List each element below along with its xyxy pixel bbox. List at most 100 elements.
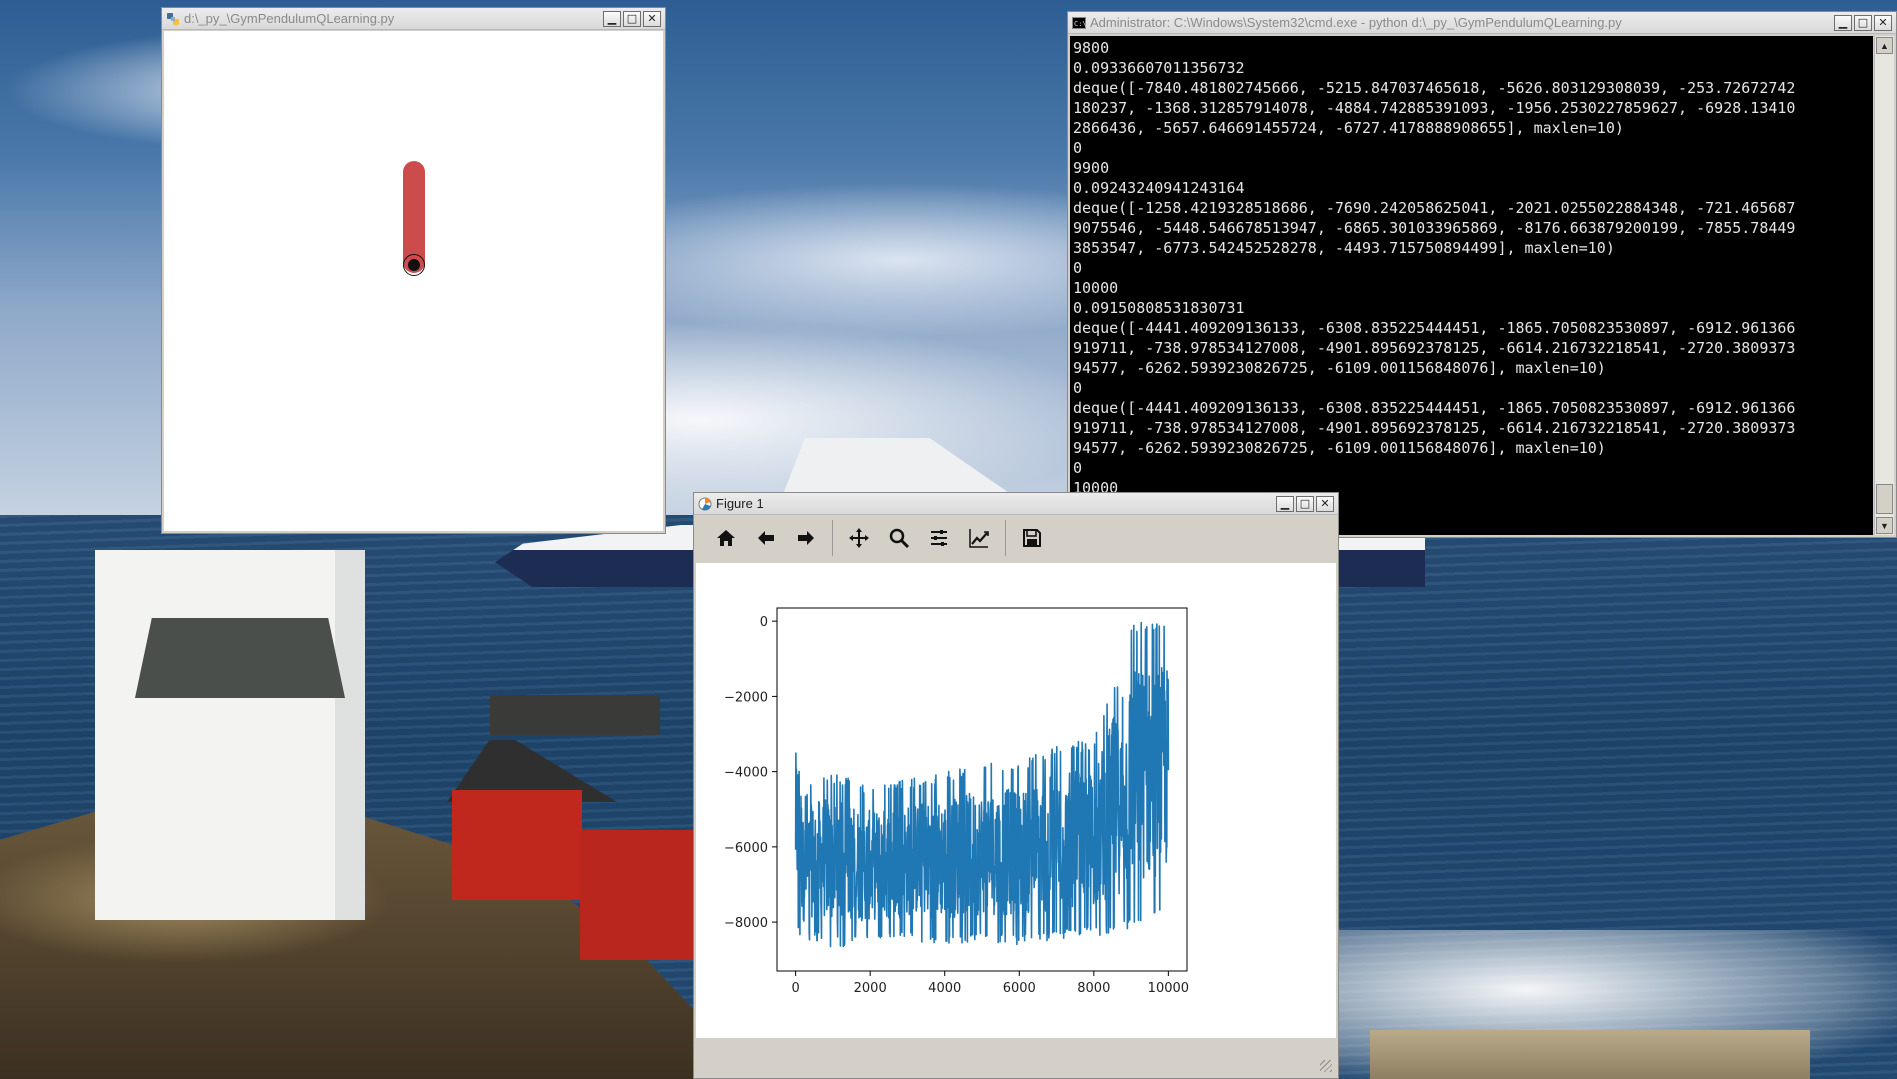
console-line: 9075546, -5448.546678513947, -6865.30103… [1073,219,1796,237]
wallpaper-white-house [95,550,365,920]
cmd-window[interactable]: C:\ Administrator: C:\Windows\System32\c… [1067,11,1897,538]
console-line: deque([-4441.409209136133, -6308.8352254… [1073,319,1796,337]
figure-window[interactable]: Figure 1 ▁ □ ✕ 0 2000 4000 6000 8000 100… [693,492,1339,1079]
cmd-titlebar[interactable]: C:\ Administrator: C:\Windows\System32\c… [1068,12,1896,34]
x-tick-label: 2000 [854,981,887,996]
console-scrollbar[interactable]: ▲ ▼ [1874,36,1894,535]
close-icon: ✕ [1320,497,1330,510]
console-line: 0 [1073,379,1083,397]
scroll-thumb[interactable] [1876,484,1893,514]
wallpaper-red-shed [580,830,695,960]
console-line: 0.09243240941243164 [1073,179,1245,197]
console-line: 10000 [1073,279,1119,297]
y-tick-label: −4000 [724,766,768,781]
back-icon [758,531,774,545]
toolbar-separator [832,520,833,556]
cmd-window-title: Administrator: C:\Windows\System32\cmd.e… [1090,15,1622,30]
wallpaper-boathouse-roof [490,695,660,735]
minimize-button[interactable]: ▁ [1276,495,1294,512]
close-button[interactable]: ✕ [1316,495,1334,512]
x-tick-label: 0 [791,981,799,996]
figure-titlebar[interactable]: Figure 1 ▁ □ ✕ [694,493,1338,515]
edit-axis-icon [969,529,989,548]
console-line: 0 [1073,459,1083,477]
toolbar-separator [1005,520,1006,556]
console-line: 0.09336607011356732 [1073,59,1245,77]
minimize-icon: ▁ [607,12,617,25]
wallpaper-grey-roof [135,618,345,698]
line-chart: 0 2000 4000 6000 8000 10000 0 −2000 −4000 −6000 −8… [696,563,1336,1038]
console-line: 0 [1073,259,1083,277]
gym-titlebar[interactable]: d:\_py_\GymPendulumQLearning.py ▁ □ ✕ [162,8,665,30]
console-line: 9800 [1073,39,1110,57]
minimize-icon: ▁ [1280,497,1290,510]
svg-text:C:\: C:\ [1074,20,1086,28]
console-output[interactable]: 9800 0.09336607011356732 deque([-7840.4818… [1070,36,1873,535]
save-icon [1023,529,1041,547]
x-tick-label: 6000 [1003,981,1036,996]
maximize-button[interactable]: □ [1854,14,1872,31]
close-button[interactable]: ✕ [1874,14,1892,31]
console-line: 0.09150808531830731 [1073,299,1245,317]
pendulum-axle [408,259,420,271]
plot-canvas[interactable]: 0 2000 4000 6000 8000 10000 0 −2000 −4000 −6000 −8… [696,563,1336,1038]
zoom-button[interactable] [879,520,919,556]
gym-render-window[interactable]: d:\_py_\GymPendulumQLearning.py ▁ □ ✕ [161,7,666,534]
edit-axis-button[interactable] [959,520,999,556]
resize-grip[interactable] [1320,1060,1332,1072]
x-tick-label: 4000 [928,981,961,996]
scroll-up-icon: ▲ [1880,40,1889,51]
console-line: 9900 [1073,159,1110,177]
console-line: 2866436, -5657.646691455724, -6727.41788… [1073,119,1624,137]
console-line: deque([-7840.481802745666, -5215.8470374… [1073,79,1796,97]
configure-subplots-button[interactable] [919,520,959,556]
close-icon: ✕ [1878,16,1888,29]
x-tick-label: 8000 [1077,981,1110,996]
console-line: deque([-4441.409209136133, -6308.8352254… [1073,399,1796,417]
y-tick-label: −2000 [724,690,768,705]
save-button[interactable] [1012,520,1052,556]
forward-icon [798,531,814,545]
configure-subplots-icon [931,530,947,546]
console-line: 180237, -1368.312857914078, -4884.742885… [1073,99,1796,117]
console-line: 919711, -738.978534127008, -4901.8956923… [1073,339,1796,357]
console-line: 94577, -6262.5939230826725, -6109.001156… [1073,439,1606,457]
scroll-up-button[interactable]: ▲ [1876,37,1893,54]
close-button[interactable]: ✕ [643,10,661,27]
back-button[interactable] [746,520,786,556]
figure-toolbar [696,516,1336,560]
pan-button[interactable] [839,520,879,556]
console-line: deque([-1258.4219328518686, -7690.242058… [1073,199,1796,217]
maximize-icon: □ [1857,16,1869,29]
minimize-button[interactable]: ▁ [1834,14,1852,31]
gym-window-title: d:\_py_\GymPendulumQLearning.py [184,11,395,26]
console-line: 0 [1073,139,1083,157]
y-tick-label: 0 [760,615,768,630]
y-tick-label: −6000 [724,841,768,856]
scroll-down-button[interactable]: ▼ [1876,517,1893,534]
zoom-icon [889,528,910,549]
wallpaper-pier [1370,1030,1810,1079]
python-icon [166,12,180,26]
y-tick-label: −8000 [724,916,768,931]
cmd-icon: C:\ [1072,16,1086,30]
maximize-button[interactable]: □ [1296,495,1314,512]
scroll-down-icon: ▼ [1880,520,1889,531]
maximize-icon: □ [626,12,638,25]
pendulum-canvas [164,31,663,531]
minimize-button[interactable]: ▁ [603,10,621,27]
wallpaper-red-house [452,790,582,900]
pan-icon [849,528,869,548]
x-tick-label: 10000 [1148,981,1189,996]
maximize-icon: □ [1299,497,1311,510]
close-icon: ✕ [647,12,657,25]
console-line: 94577, -6262.5939230826725, -6109.001156… [1073,359,1606,377]
minimize-icon: ▁ [1838,16,1848,29]
forward-button[interactable] [786,520,826,556]
console-line: 3853547, -6773.542452528278, -4493.71575… [1073,239,1615,257]
figure-window-title: Figure 1 [716,496,764,511]
home-button[interactable] [706,520,746,556]
maximize-button[interactable]: □ [623,10,641,27]
figure-statusbar [696,1041,1336,1076]
console-line: 919711, -738.978534127008, -4901.8956923… [1073,419,1796,437]
